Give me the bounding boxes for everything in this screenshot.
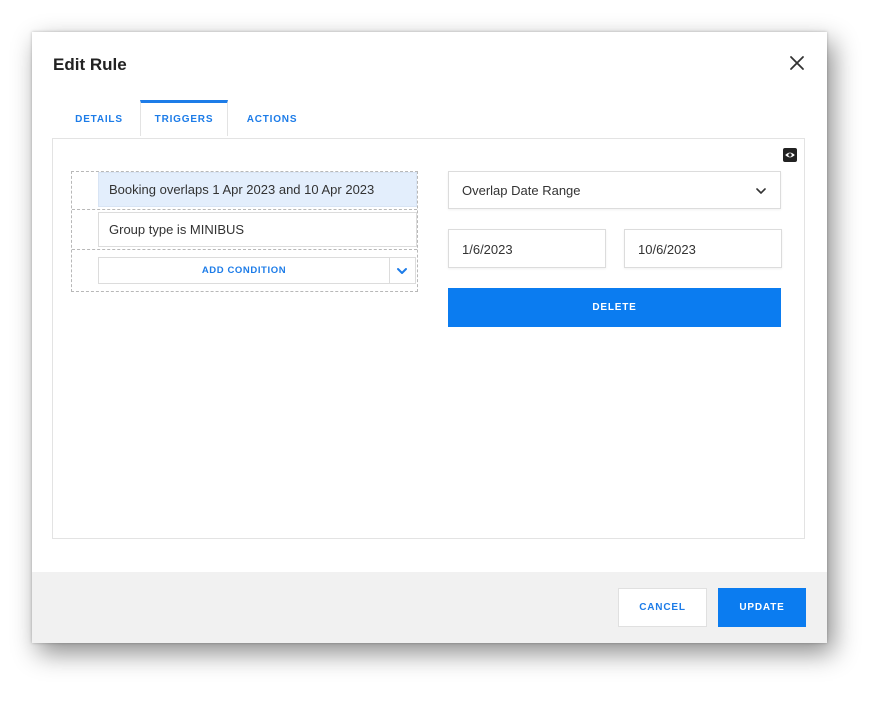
condition-list: Booking overlaps 1 Apr 2023 and 10 Apr 2…: [71, 171, 418, 292]
add-condition-label: ADD CONDITION: [201, 265, 287, 276]
divider: [389, 258, 390, 283]
dialog-footer: CANCEL UPDATE: [32, 572, 827, 643]
condition-type-select[interactable]: Overlap Date Range: [448, 171, 781, 209]
tab-triggers[interactable]: TRIGGERS: [140, 100, 228, 136]
tab-actions[interactable]: ACTIONS: [234, 100, 310, 138]
dialog-title: Edit Rule: [53, 55, 127, 74]
chevron-down-icon[interactable]: [395, 264, 409, 278]
condition-text[interactable]: Group type is MINIBUS: [98, 212, 417, 247]
cancel-button[interactable]: CANCEL: [618, 588, 707, 627]
start-date-field[interactable]: 1/6/2023: [448, 229, 606, 268]
close-icon[interactable]: [786, 52, 808, 74]
condition-row[interactable]: Booking overlaps 1 Apr 2023 and 10 Apr 2…: [72, 172, 417, 210]
tab-details[interactable]: DETAILS: [64, 100, 134, 138]
end-date-field[interactable]: 10/6/2023: [624, 229, 782, 268]
chevron-down-icon: [754, 184, 768, 198]
update-button[interactable]: UPDATE: [718, 588, 806, 627]
edit-rule-dialog: Edit Rule DETAILS TRIGGERS ACTIONS Booki…: [32, 32, 827, 643]
triggers-panel: Booking overlaps 1 Apr 2023 and 10 Apr 2…: [52, 138, 805, 539]
condition-text[interactable]: Booking overlaps 1 Apr 2023 and 10 Apr 2…: [98, 172, 417, 207]
condition-type-value: Overlap Date Range: [462, 183, 581, 198]
eye-icon[interactable]: [782, 147, 798, 163]
add-condition-button[interactable]: ADD CONDITION: [98, 257, 416, 284]
condition-row[interactable]: Group type is MINIBUS: [72, 212, 417, 250]
delete-button[interactable]: DELETE: [448, 288, 781, 327]
